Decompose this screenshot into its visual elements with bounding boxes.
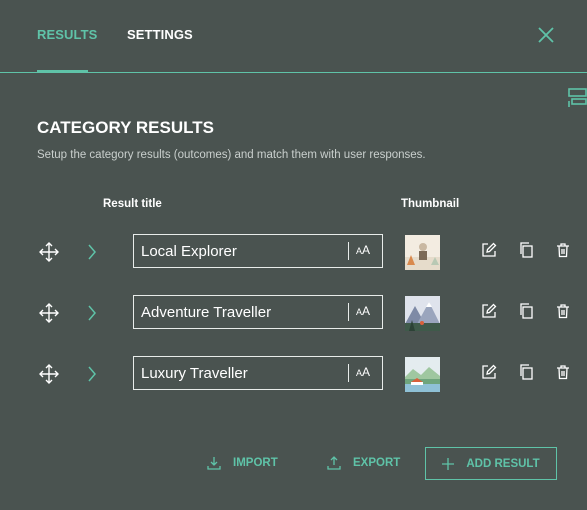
thumbnail-image[interactable] xyxy=(405,357,440,392)
import-button[interactable]: IMPORT xyxy=(207,456,278,470)
result-title-field: AA xyxy=(133,356,383,390)
delete-icon[interactable] xyxy=(555,364,571,380)
delete-icon[interactable] xyxy=(555,303,571,319)
text-size-icon[interactable]: AA xyxy=(356,365,370,379)
result-row: AA xyxy=(0,295,587,338)
thumbnail-image[interactable] xyxy=(405,235,440,270)
duplicate-icon[interactable] xyxy=(518,242,534,258)
column-header-result-title: Result title xyxy=(103,198,162,210)
move-icon[interactable] xyxy=(38,241,60,263)
field-divider xyxy=(348,364,349,382)
duplicate-icon[interactable] xyxy=(518,364,534,380)
upload-icon xyxy=(327,456,341,470)
move-icon[interactable] xyxy=(38,302,60,324)
text-size-icon[interactable]: AA xyxy=(356,304,370,318)
result-title-input[interactable] xyxy=(134,357,344,389)
result-title-input[interactable] xyxy=(134,235,344,267)
header: RESULTS SETTINGS xyxy=(0,0,587,73)
add-result-button[interactable]: ADD RESULT xyxy=(425,447,557,480)
duplicate-icon[interactable] xyxy=(518,303,534,319)
text-size-icon[interactable]: AA xyxy=(356,243,370,257)
move-icon[interactable] xyxy=(38,363,60,385)
chevron-right-icon[interactable] xyxy=(86,365,98,383)
tab-results[interactable]: RESULTS xyxy=(37,27,97,42)
edit-icon[interactable] xyxy=(481,303,497,319)
export-label: EXPORT xyxy=(353,457,401,469)
page-title: CATEGORY RESULTS xyxy=(37,118,214,137)
field-divider xyxy=(348,303,349,321)
field-divider xyxy=(348,242,349,260)
page-subtitle: Setup the category results (outcomes) an… xyxy=(37,149,426,161)
thumbnail-image[interactable] xyxy=(405,296,440,331)
active-tab-indicator xyxy=(37,70,88,73)
edit-icon[interactable] xyxy=(481,364,497,380)
add-result-label: ADD RESULT xyxy=(466,457,540,470)
download-icon xyxy=(207,456,221,470)
column-header-thumbnail: Thumbnail xyxy=(401,198,460,210)
result-row: AA xyxy=(0,234,587,277)
layout-icon[interactable] xyxy=(567,86,587,108)
export-button[interactable]: EXPORT xyxy=(327,456,400,470)
edit-icon[interactable] xyxy=(481,242,497,258)
close-icon[interactable] xyxy=(535,24,557,46)
delete-icon[interactable] xyxy=(555,242,571,258)
tab-settings[interactable]: SETTINGS xyxy=(127,27,193,42)
chevron-right-icon[interactable] xyxy=(86,304,98,322)
result-title-field: AA xyxy=(133,295,383,329)
plus-icon xyxy=(442,457,455,470)
result-title-input[interactable] xyxy=(134,296,344,328)
result-title-field: AA xyxy=(133,234,383,268)
chevron-right-icon[interactable] xyxy=(86,243,98,261)
import-label: IMPORT xyxy=(233,457,278,469)
result-row: AA xyxy=(0,356,587,399)
